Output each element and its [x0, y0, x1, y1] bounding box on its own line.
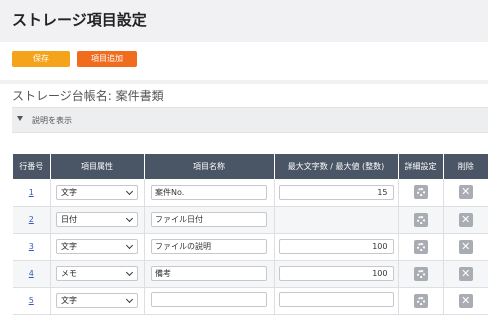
attribute-select-value: 文字 [61, 242, 77, 251]
header-row-no: 行番号 [13, 154, 51, 179]
delete-button[interactable]: ✕ [458, 185, 473, 200]
delete-button[interactable]: ✕ [458, 239, 473, 254]
delete-button[interactable]: ✕ [458, 293, 473, 308]
attribute-select-value: 文字 [61, 296, 77, 305]
attribute-select[interactable]: 文字 [56, 184, 138, 200]
caret-down-icon [17, 116, 23, 121]
close-icon: ✕ [461, 239, 471, 253]
chevron-down-icon [125, 214, 134, 223]
item-name-input[interactable]: 備考 [151, 266, 267, 281]
add-item-button[interactable]: 項目追加 [77, 51, 137, 67]
table-row: 5 文字 ✕ [13, 287, 488, 315]
close-icon: ✕ [461, 266, 471, 280]
attribute-select[interactable]: 文字 [56, 293, 138, 308]
chevron-down-icon [125, 268, 134, 277]
max-value-input[interactable]: 100 [278, 239, 394, 254]
attribute-select-value: 日付 [61, 215, 77, 224]
header-max: 最大文字数 / 最大値 (整数) [274, 154, 399, 179]
max-value-input[interactable]: 15 [278, 184, 394, 200]
item-name-input[interactable]: ファイルの説明 [151, 239, 267, 254]
attribute-select[interactable]: 文字 [56, 239, 138, 254]
chevron-down-icon [125, 295, 134, 304]
close-icon: ✕ [461, 185, 471, 199]
delete-button[interactable]: ✕ [458, 266, 473, 281]
attribute-select[interactable]: メモ [56, 266, 138, 281]
max-value-input[interactable] [278, 292, 394, 307]
attribute-select[interactable]: 日付 [56, 212, 138, 227]
ledger-title: ストレージ台帳名: 案件書類 [12, 89, 164, 103]
gear-icon [416, 188, 425, 197]
item-name-input[interactable]: 案件No. [151, 184, 267, 200]
items-table: 行番号 項目属性 項目名称 最大文字数 / 最大値 (整数) 詳細設定 削除 1… [13, 154, 488, 315]
item-name-input[interactable]: ファイル日付 [151, 212, 267, 227]
description-toggle[interactable]: 説明を表示 [12, 107, 488, 133]
gear-icon [416, 215, 425, 224]
table-row: 4 メモ 備考 100 ✕ [13, 260, 488, 288]
detail-settings-button[interactable] [413, 185, 428, 200]
chevron-down-icon [125, 187, 134, 195]
row-number-link[interactable]: 4 [29, 269, 34, 278]
table-row: 3 文字 ファイルの説明 100 ✕ [13, 233, 488, 261]
header-detail: 詳細設定 [398, 154, 444, 179]
table-row: 1 文字 案件No. 15 ✕ [13, 179, 488, 207]
header-name: 項目名称 [144, 154, 275, 179]
attribute-select-value: 文字 [61, 187, 77, 197]
page-title: ストレージ項目設定 [12, 11, 147, 29]
divider [0, 80, 488, 84]
gear-icon [416, 242, 425, 251]
table-header-row: 行番号 項目属性 項目名称 最大文字数 / 最大値 (整数) 詳細設定 削除 [13, 154, 488, 179]
max-value-input[interactable]: 100 [278, 266, 394, 281]
gear-icon [416, 269, 425, 278]
close-icon: ✕ [461, 293, 471, 307]
row-number-link[interactable]: 2 [29, 215, 34, 224]
delete-button[interactable]: ✕ [458, 212, 473, 227]
save-button[interactable]: 保存 [12, 51, 70, 67]
row-number-link[interactable]: 5 [29, 296, 34, 305]
close-icon: ✕ [461, 212, 471, 226]
gear-icon [416, 296, 425, 305]
detail-settings-button[interactable] [413, 212, 428, 227]
row-number-link[interactable]: 3 [29, 242, 34, 251]
toolbar: 保存 項目追加 [0, 42, 488, 80]
detail-settings-button[interactable] [413, 239, 428, 254]
description-toggle-label: 説明を表示 [32, 116, 72, 125]
detail-settings-button[interactable] [413, 266, 428, 281]
header-delete: 削除 [443, 154, 488, 179]
attribute-select-value: メモ [61, 269, 77, 278]
chevron-down-icon [125, 241, 134, 250]
item-name-input[interactable] [151, 292, 267, 307]
row-number-link[interactable]: 1 [29, 188, 34, 197]
header-attribute: 項目属性 [50, 154, 145, 179]
table-row: 2 日付 ファイル日付 ✕ [13, 206, 488, 234]
detail-settings-button[interactable] [413, 293, 428, 308]
page-header: ストレージ項目設定 [0, 0, 488, 42]
